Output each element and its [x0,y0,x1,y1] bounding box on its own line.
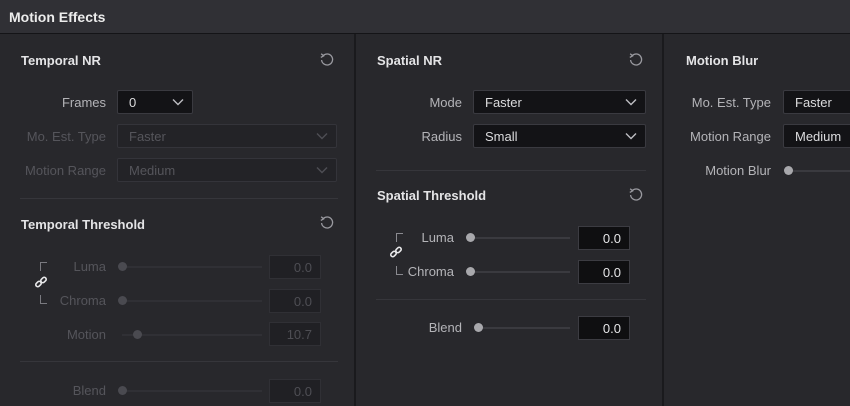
reset-icon[interactable] [628,186,644,202]
motion-knob[interactable] [133,330,142,339]
mb-mo-est-type-dropdown[interactable]: Faster [783,90,850,114]
spatial-blend-label: Blend [428,320,462,335]
temporal-chroma-slider[interactable] [120,300,262,302]
spatial-luma-value[interactable]: 0.0 [578,226,630,250]
spatial-chroma-knob[interactable] [466,267,475,276]
temporal-blend-slider[interactable] [120,390,262,392]
radius-label: Radius [421,129,462,144]
temporal-luma-value[interactable]: 0.0 [269,255,321,279]
chevron-down-icon [316,167,328,174]
spatial-threshold-title: Spatial Threshold [377,188,487,203]
mode-label: Mode [429,95,462,110]
motion-blur-label: Motion Blur [705,163,771,178]
section-divider [376,170,646,171]
chevron-down-icon [625,133,637,140]
section-divider [20,361,338,362]
spatial-chroma-label: Chroma [407,264,454,279]
temporal-luma-label: Luma [73,259,106,274]
motion-blur-title: Motion Blur [686,53,759,68]
spatial-luma-slider[interactable] [470,237,570,239]
motion-blur-knob[interactable] [784,166,793,175]
radius-value: Small [485,129,518,144]
mo-est-type-value: Faster [129,129,166,144]
link-icon[interactable] [34,276,48,290]
motion-range-label: Motion Range [25,163,106,178]
mb-motion-range-dropdown[interactable]: Medium [783,124,850,148]
motion-range-value: Medium [129,163,176,178]
spatial-luma-knob[interactable] [466,233,475,242]
temporal-threshold-title: Temporal Threshold [21,217,145,232]
mb-mo-est-type-value: Faster [795,95,832,110]
spatial-nr-title: Spatial NR [377,53,443,68]
chevron-down-icon [316,133,328,140]
spatial-luma-label: Luma [421,230,454,245]
window-titlebar: Motion Effects [0,0,850,34]
mo-est-type-label: Mo. Est. Type [26,129,106,144]
reset-icon[interactable] [319,214,335,230]
temporal-blend-label: Blend [72,383,106,398]
spatial-blend-value[interactable]: 0.0 [578,316,630,340]
spatial-blend-knob[interactable] [474,323,483,332]
reset-icon[interactable] [628,51,644,67]
temporal-chroma-value[interactable]: 0.0 [269,289,321,313]
chevron-down-icon [172,99,184,106]
chevron-down-icon [625,99,637,106]
section-divider [376,299,646,300]
frames-value: 0 [129,95,137,110]
spatial-chroma-slider[interactable] [470,271,570,273]
mb-motion-range-label: Motion Range [690,129,771,144]
frames-dropdown[interactable]: 0 [117,90,193,114]
link-icon[interactable] [389,246,403,260]
temporal-blend-knob[interactable] [118,386,127,395]
spatial-blend-slider[interactable] [478,327,570,329]
frames-label: Frames [61,95,106,110]
temporal-chroma-knob[interactable] [118,296,127,305]
mo-est-type-dropdown[interactable]: Faster [117,124,337,148]
mode-dropdown[interactable]: Faster [473,90,646,114]
motion-label: Motion [66,327,106,342]
temporal-chroma-label: Chroma [59,293,106,308]
radius-dropdown[interactable]: Small [473,124,646,148]
mode-value: Faster [485,95,522,110]
section-divider [20,198,338,199]
temporal-blend-value[interactable]: 0.0 [269,379,321,403]
motion-range-dropdown[interactable]: Medium [117,158,337,182]
temporal-luma-slider[interactable] [120,266,262,268]
motion-slider[interactable] [122,334,262,336]
reset-icon[interactable] [319,51,335,67]
motion-value[interactable]: 10.7 [269,322,321,346]
temporal-luma-knob[interactable] [118,262,127,271]
mb-mo-est-type-label: Mo. Est. Type [691,95,771,110]
window-title: Motion Effects [9,9,106,25]
temporal-nr-title: Temporal NR [21,53,101,68]
motion-blur-slider[interactable] [788,170,850,172]
spatial-chroma-value[interactable]: 0.0 [578,260,630,284]
mb-motion-range-value: Medium [795,129,842,144]
